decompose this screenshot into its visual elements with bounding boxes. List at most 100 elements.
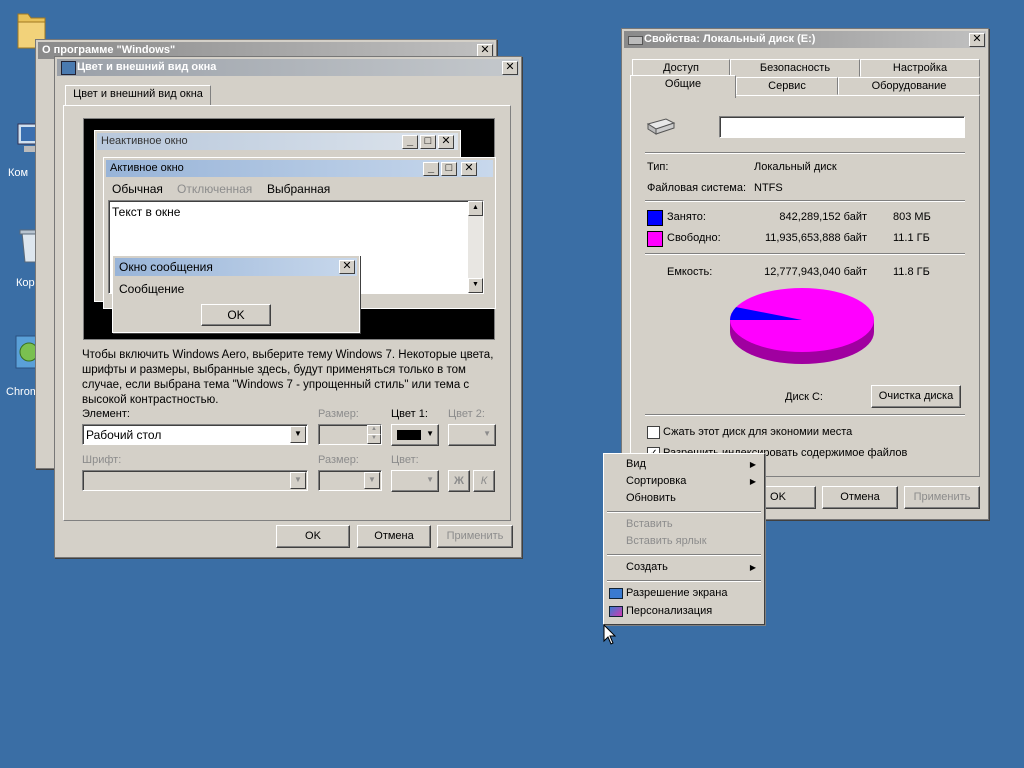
size-label: Размер:	[318, 408, 359, 420]
menu-separator-1	[607, 511, 761, 513]
color2-arrow: ▼	[483, 429, 491, 438]
free-color-swatch	[647, 231, 663, 247]
appearance-tab-panel: Неактивное окно _ □ ✕ Активное окно _ □ …	[63, 105, 511, 521]
menu-item-refresh[interactable]: Обновить	[606, 490, 762, 507]
mouse-cursor-icon	[603, 624, 617, 645]
capacity-label: Емкость:	[667, 266, 713, 278]
preview-window-text: Текст в окне	[112, 205, 181, 219]
used-label: Занято:	[667, 211, 706, 223]
appearance-apply-button[interactable]: Применить	[437, 525, 513, 548]
disk-titlebar[interactable]: Свойства: Локальный диск (E:)	[624, 31, 986, 48]
tab-customize[interactable]: Настройка	[860, 59, 980, 77]
color2-picker[interactable]: ▼	[448, 424, 496, 446]
preview-inactive-close-button: ✕	[438, 135, 454, 149]
font-label: Шрифт:	[82, 454, 122, 466]
capacity-bytes: 12,777,943,040 байт	[764, 266, 867, 278]
volume-name-input[interactable]	[719, 116, 965, 138]
appearance-close-button[interactable]: ✕	[502, 61, 518, 75]
appearance-cancel-button[interactable]: Отмена	[357, 525, 431, 548]
tab-service[interactable]: Сервис	[736, 77, 838, 95]
menu-item-personalization[interactable]: Персонализация	[606, 603, 762, 620]
font-select-arrow[interactable]: ▼	[290, 472, 306, 489]
disk-usage-pie-chart	[730, 288, 874, 364]
preview-inactive-max-button: □	[420, 135, 436, 149]
menu-item-paste[interactable]: Вставить	[606, 516, 762, 533]
preview-inactive-title: Неактивное окно	[101, 135, 188, 147]
bold-button[interactable]: Ж	[448, 470, 470, 492]
used-bytes: 842,289,152 байт	[779, 211, 867, 223]
menu-item-paste-shortcut-label: Вставить ярлык	[626, 535, 707, 547]
disk-cleanup-label: Очистка диска	[878, 390, 954, 402]
submenu-arrow-icon: ▶	[749, 563, 756, 572]
disk-ok-label: OK	[770, 491, 786, 503]
menu-item-refresh-label: Обновить	[626, 492, 676, 504]
filesystem-label: Файловая система:	[647, 182, 747, 194]
disk-cleanup-button[interactable]: Очистка диска	[871, 385, 961, 408]
tab-appearance-label: Цвет и внешний вид окна	[73, 88, 203, 100]
font-color-picker[interactable]: ▼	[391, 470, 439, 492]
preview-menu-normal: Обычная	[112, 182, 163, 196]
disk-close-button[interactable]: ✕	[969, 33, 985, 47]
tab-appearance[interactable]: Цвет и внешний вид окна	[65, 85, 211, 106]
font-color-arrow: ▼	[426, 475, 434, 484]
capacity-size: 11.8 ГБ	[893, 266, 930, 278]
preview-msgbox-title: Окно сообщения	[119, 260, 213, 274]
menu-item-sort[interactable]: Сортировка ▶	[606, 473, 762, 490]
used-color-swatch	[647, 210, 663, 226]
tab-service-label: Сервис	[768, 80, 806, 92]
submenu-arrow-icon: ▶	[749, 477, 756, 486]
size-spin-down[interactable]: ▼	[367, 434, 381, 444]
appearance-ok-button[interactable]: OK	[276, 525, 350, 548]
preview-scroll-up-button: ▲	[468, 201, 483, 216]
preview-msgbox-titlebar: Окно сообщения	[115, 258, 357, 276]
preview-scrollbar: ▲ ▼	[468, 201, 483, 293]
font-size-arrow[interactable]: ▼	[364, 472, 380, 489]
menu-separator-2	[607, 554, 761, 556]
menu-item-paste-shortcut[interactable]: Вставить ярлык	[606, 533, 762, 550]
menu-item-personalization-label: Персонализация	[626, 605, 713, 617]
disk-apply-label: Применить	[913, 491, 971, 503]
tab-general[interactable]: Общие	[630, 75, 736, 98]
disk-general-panel: Тип: Локальный диск Файловая система: NT…	[630, 95, 980, 477]
disk-window-title: Свойства: Локальный диск (E:)	[644, 33, 816, 45]
free-size: 11.1 ГБ	[893, 232, 930, 244]
color2-label: Цвет 2:	[448, 408, 485, 420]
preview-msgbox-ok-label: OK	[227, 308, 245, 322]
tab-security[interactable]: Безопасность	[730, 59, 860, 77]
display-resolution-icon	[609, 588, 623, 599]
disk-apply-button[interactable]: Применить	[904, 486, 980, 509]
menu-item-screen-resolution[interactable]: Разрешение экрана	[606, 585, 762, 602]
font-size-label: Размер:	[318, 454, 359, 466]
preview-active-max-button: □	[441, 162, 457, 176]
divider-3	[645, 253, 965, 255]
disk-properties-window: Свойства: Локальный диск (E:) ✕ Доступ Б…	[621, 28, 989, 520]
divider-1	[645, 152, 965, 154]
type-value: Локальный диск	[754, 161, 837, 173]
menu-item-view[interactable]: Вид ▶	[606, 456, 762, 473]
menu-separator-3	[607, 580, 761, 582]
compress-label: Сжать этот диск для экономии места	[663, 426, 853, 438]
drive-icon	[645, 116, 677, 138]
tab-hardware[interactable]: Оборудование	[838, 77, 980, 95]
disk-window-icon	[628, 36, 643, 45]
compress-checkbox[interactable]	[647, 426, 660, 439]
italic-button[interactable]: К	[473, 470, 495, 492]
menu-item-new[interactable]: Создать ▶	[606, 559, 762, 576]
type-label: Тип:	[647, 161, 669, 173]
element-select-value: Рабочий стол	[86, 428, 162, 442]
disk-cancel-button[interactable]: Отмена	[822, 486, 898, 509]
disk-cancel-label: Отмена	[840, 491, 880, 503]
bold-label: Ж	[454, 475, 464, 487]
size-spinner[interactable]: ▲ ▼	[318, 424, 382, 445]
personalization-icon	[609, 606, 623, 617]
element-label: Элемент:	[82, 408, 130, 420]
preview-active-min-button: _	[423, 162, 439, 176]
element-select-arrow[interactable]: ▼	[290, 426, 306, 443]
appearance-titlebar[interactable]: Цвет и внешний вид окна	[57, 59, 519, 76]
font-size-select[interactable]: ▼	[318, 470, 382, 491]
element-select[interactable]: Рабочий стол ▼	[82, 424, 308, 445]
color1-picker[interactable]: ▼	[391, 424, 439, 446]
font-select[interactable]: ▼	[82, 470, 308, 491]
disk-c-label: Диск C:	[785, 391, 823, 403]
appearance-window: Цвет и внешний вид окна ✕ Цвет и внешний…	[54, 56, 522, 558]
